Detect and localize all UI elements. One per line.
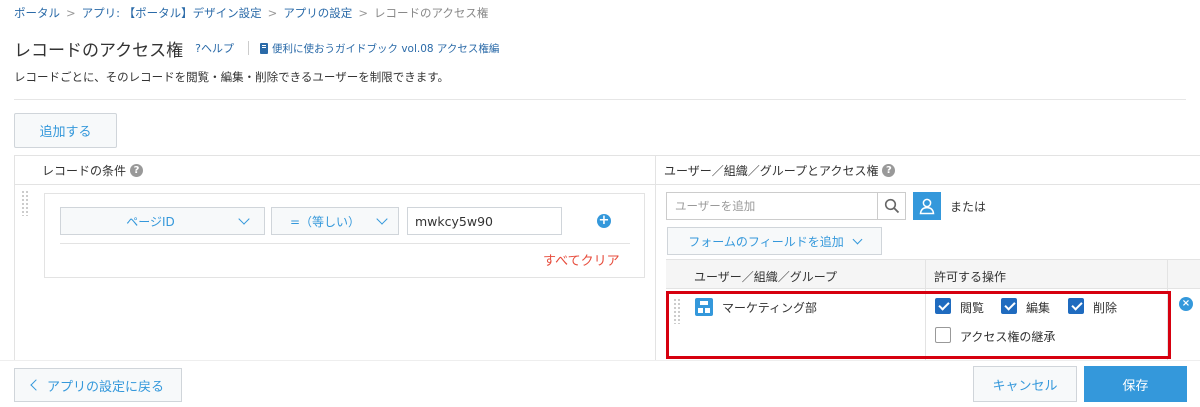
user-select-button[interactable] [913,192,941,220]
drag-handle-icon[interactable] [21,190,29,216]
back-button-label: アプリの設定に戻る [46,379,164,395]
chevron-down-icon [852,234,863,244]
column-divider [1167,289,1168,360]
back-to-app-settings-button[interactable]: アプリの設定に戻る [14,368,182,402]
breadcrumb-separator: > [358,6,368,20]
column-header-entity: ユーザー／組織／グループ [694,270,838,284]
edit-label: 編集 [1026,301,1051,315]
operator-select-label: =（等しい） [289,214,361,229]
field-select[interactable]: ページID [60,207,265,235]
help-icon[interactable]: ? [130,164,144,177]
clear-all-link[interactable]: すべてクリア [543,250,620,269]
column-divider [655,155,656,360]
column-header-permissions: 許可する操作 [934,270,1007,284]
remove-row-icon[interactable]: × [1179,297,1193,311]
help-link[interactable]: ?ヘルプ [195,40,234,56]
search-icon [884,198,899,214]
breadcrumb-app[interactable]: アプリ: 【ポータル】デザイン設定 [82,6,262,20]
access-heading-label: ユーザー／組織／グループとアクセス権 [664,164,879,178]
conditions-heading-label: レコードの条件 [42,164,127,178]
title-row: レコードのアクセス権 ?ヘルプ 便利に使おうガイドブック vol.08 アクセス… [14,36,499,61]
column-divider [925,289,926,360]
chevron-left-icon [30,379,42,391]
page-description: レコードごとに、そのレコードを閲覧・編集・削除できるユーザーを制限できます。 [14,70,450,84]
chevron-down-icon [238,213,250,225]
add-button[interactable]: 追加する [14,113,117,148]
entity-name: マーケティング部 [722,301,818,315]
add-condition-icon[interactable]: + [597,214,611,228]
access-heading: ユーザー／組織／グループとアクセス権 ? [664,162,896,179]
breadcrumb: ポータル > アプリ: 【ポータル】デザイン設定 > アプリの設定 > レコードのアクセス権 [14,5,488,21]
delete-label: 削除 [1093,301,1118,315]
breadcrumb-current: レコードのアクセス権 [373,6,489,20]
save-button[interactable]: 保存 [1084,366,1187,402]
divider [248,41,249,55]
operator-select[interactable]: =（等しい） [271,207,399,235]
add-form-field-button[interactable]: フォームのフィールドを追加 [667,227,882,255]
view-checkbox[interactable] [935,298,951,314]
column-divider [925,260,926,289]
guide-link[interactable]: 便利に使おうガイドブック vol.08 アクセス権編 [260,41,499,56]
inherit-checkbox[interactable] [935,327,951,343]
divider [14,99,1186,100]
field-select-label: ページID [126,214,175,229]
book-icon [260,42,268,54]
page-title: レコードのアクセス権 [14,40,184,61]
or-label: または [950,200,987,214]
guide-link-label: 便利に使おうガイドブック vol.08 アクセス権編 [272,42,500,55]
organization-icon [695,298,713,316]
view-label: 閲覧 [960,301,985,315]
breadcrumb-app-settings[interactable]: アプリの設定 [283,6,352,20]
add-form-field-label: フォームのフィールドを追加 [688,234,844,249]
help-icon[interactable]: ? [882,164,896,177]
breadcrumb-separator: > [267,6,278,20]
condition-value-input[interactable]: mwkcy5w90 [407,207,562,235]
cancel-button[interactable]: キャンセル [973,366,1077,402]
delete-checkbox[interactable] [1068,298,1084,314]
breadcrumb-portal[interactable]: ポータル [14,6,60,20]
search-button[interactable] [878,192,906,220]
inherit-label: アクセス権の継承 [960,330,1056,344]
column-divider [1167,260,1168,289]
header-divider [14,184,1200,185]
chevron-down-icon [376,213,388,225]
conditions-heading: レコードの条件 ? [42,162,144,179]
drag-handle-icon[interactable] [673,298,681,324]
person-icon [919,198,935,215]
permissions-table-header: ユーザー／組織／グループ 許可する操作 [666,259,1200,289]
breadcrumb-separator: > [66,6,76,20]
divider [60,243,630,244]
user-search-input[interactable]: ユーザーを追加 [666,192,878,220]
edit-checkbox[interactable] [1001,298,1017,314]
